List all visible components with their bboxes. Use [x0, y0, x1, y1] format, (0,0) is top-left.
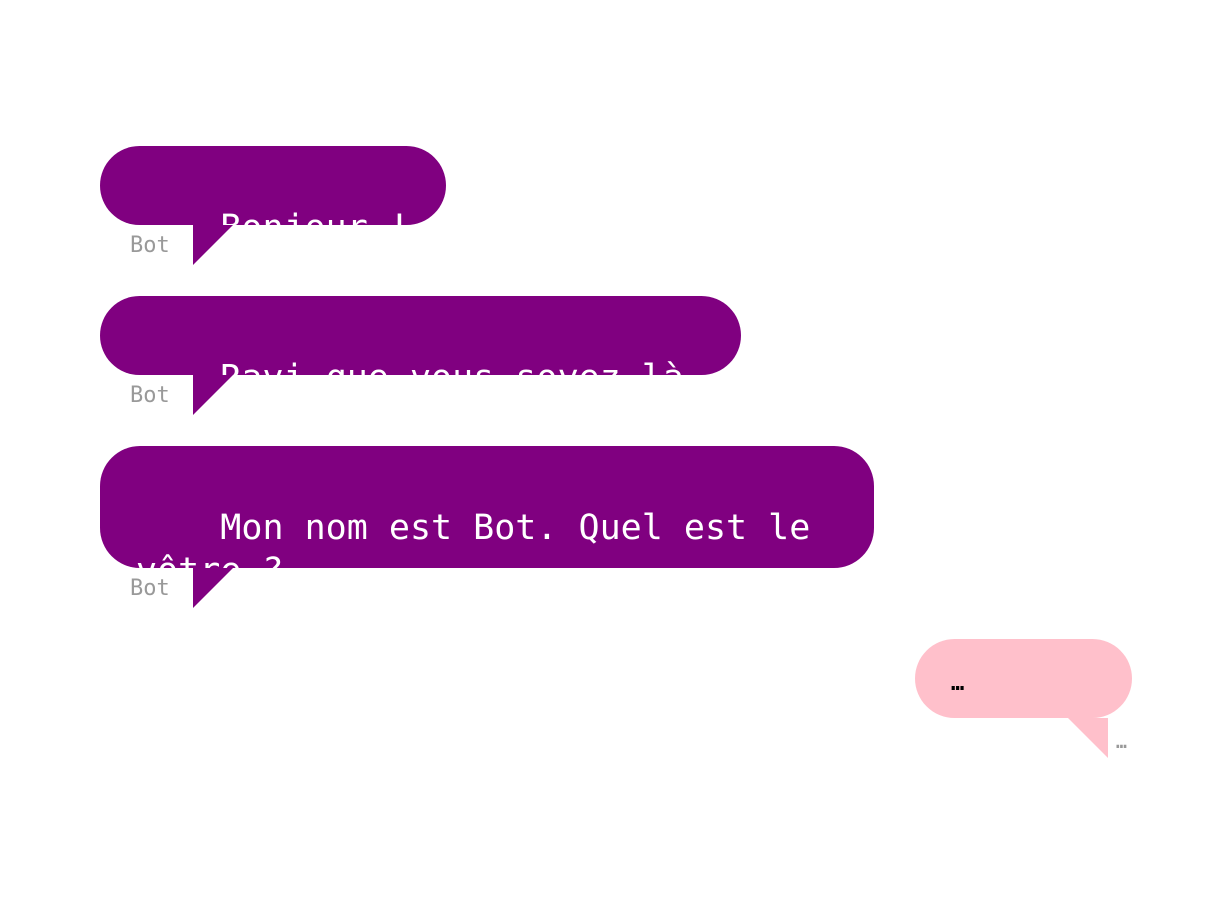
bot-sender-label: Bot: [130, 233, 170, 258]
bot-message-bubble: Mon nom est Bot. Quel est le vôtre ?: [100, 446, 874, 591]
bot-sender-label: Bot: [130, 383, 170, 408]
user-message-bubble: …: [915, 639, 1132, 718]
bot-bubble-tail: [193, 225, 233, 265]
bot-sender-label: Bot: [130, 576, 170, 601]
bot-message-text: Ravi que vous soyez là.: [220, 358, 705, 398]
bot-message-bubble: Bonjour !: [100, 146, 446, 248]
bot-message-text: Bonjour !: [220, 208, 410, 248]
user-bubble-tail: [1068, 718, 1108, 758]
user-sender-label: …: [1116, 732, 1127, 753]
bot-message-bubble: Ravi que vous soyez là.: [100, 296, 741, 398]
bot-message-text: Mon nom est Bot. Quel est le vôtre ?: [136, 508, 811, 591]
user-message-text: …: [951, 671, 965, 696]
bot-bubble-tail: [193, 568, 233, 608]
bot-bubble-tail: [193, 375, 233, 415]
